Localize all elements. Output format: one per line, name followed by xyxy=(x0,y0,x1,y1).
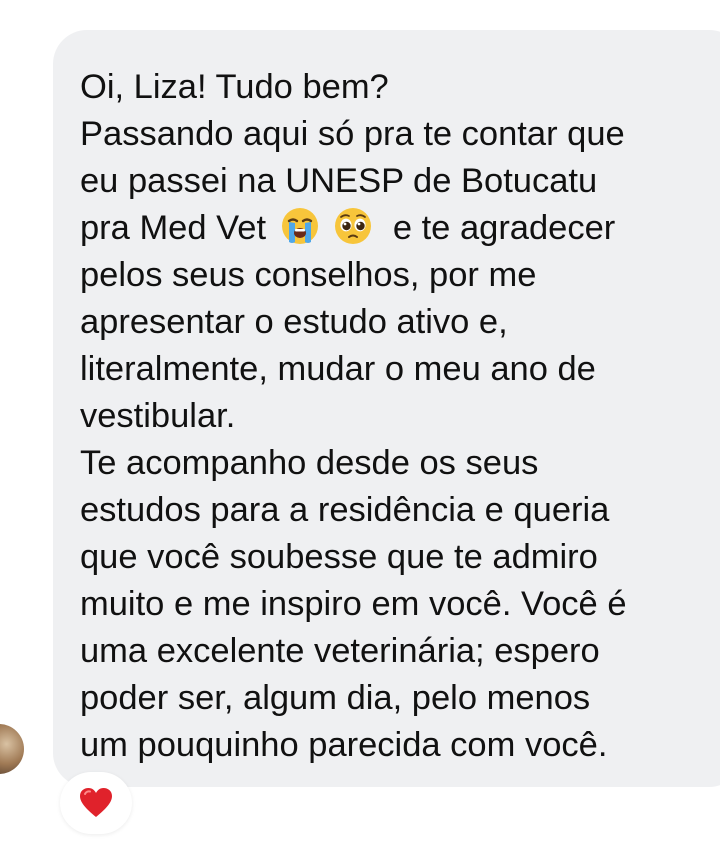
message-line: literalmente, mudar o meu ano de xyxy=(80,350,596,388)
message-line: eu passei na UNESP de Botucatu xyxy=(80,162,598,200)
message-line: uma excelente veterinária; espero xyxy=(80,632,600,670)
message-text: e te agradecer xyxy=(392,209,616,247)
reaction-badge[interactable] xyxy=(60,772,132,834)
message-line: um pouquinho parecida com você. xyxy=(80,726,608,764)
message-line: que você soubesse que te admiro xyxy=(80,538,598,576)
message-line: estudos para a residência e queria xyxy=(80,491,610,529)
red-heart-icon xyxy=(79,787,113,819)
message-line: Oi, Liza! Tudo bem? xyxy=(80,68,389,106)
message-text: pra Med Vet xyxy=(80,209,267,247)
message-line: pelos seus conselhos, por me xyxy=(80,256,537,294)
message-line-with-emojis: pra Med Vet e te agradecer xyxy=(80,205,720,252)
sender-avatar[interactable] xyxy=(0,724,24,774)
message-line: vestibular. xyxy=(80,397,236,435)
pleading-face-icon xyxy=(333,206,373,246)
message-bubble[interactable]: Oi, Liza! Tudo bem? Passando aqui só pra… xyxy=(53,30,720,787)
chat-view: Oi, Liza! Tudo bem? Passando aqui só pra… xyxy=(0,0,720,867)
message-line: poder ser, algum dia, pelo menos xyxy=(80,679,591,717)
loudly-crying-face-icon xyxy=(280,206,320,246)
message-line: Te acompanho desde os seus xyxy=(80,444,539,482)
message-line: Passando aqui só pra te contar que xyxy=(80,115,625,153)
message-line: apresentar o estudo ativo e, xyxy=(80,303,508,341)
message-line: muito e me inspiro em você. Você é xyxy=(80,585,627,623)
